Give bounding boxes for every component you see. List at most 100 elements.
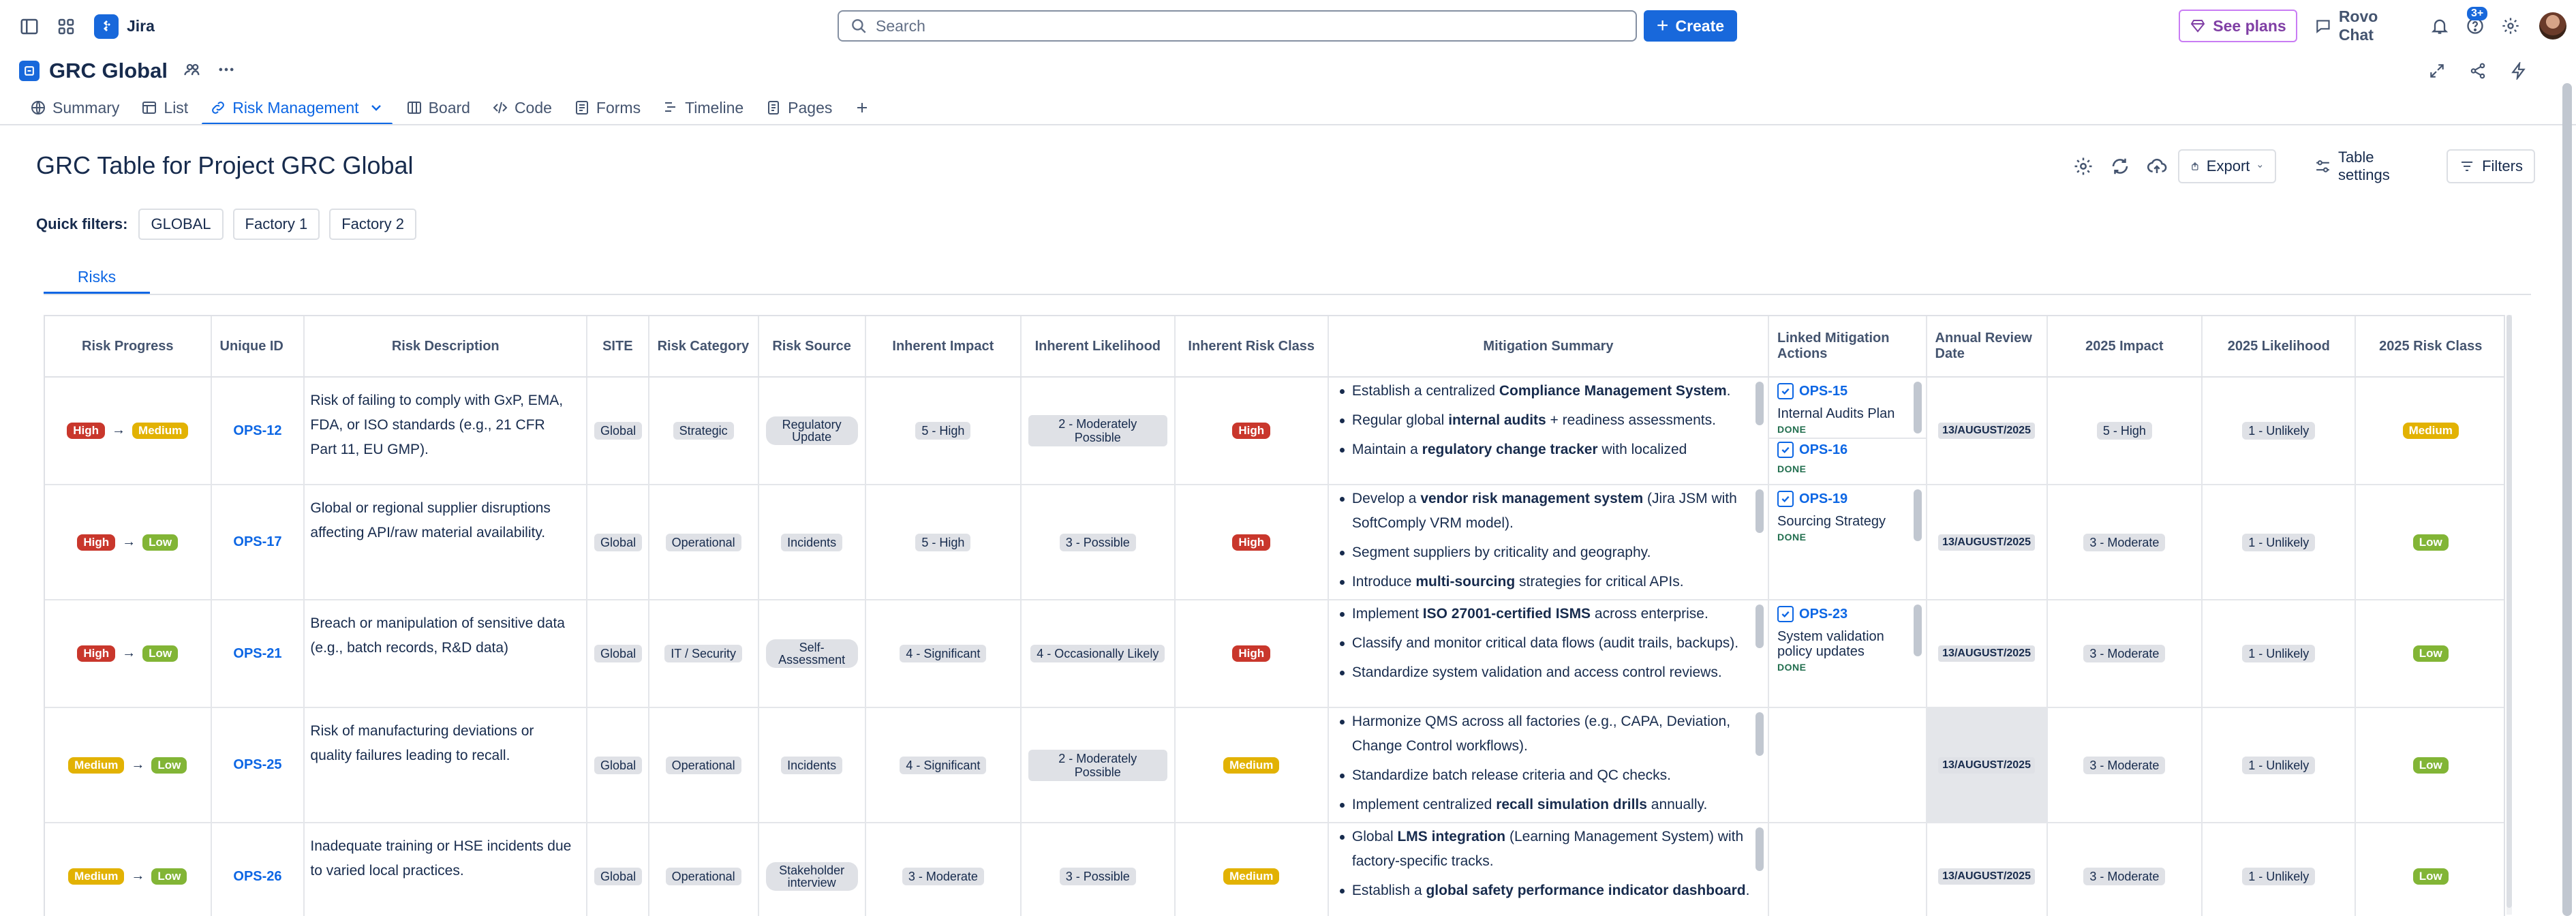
tab-risk-management[interactable]: Risk Management bbox=[199, 93, 395, 125]
cell-scrollbar[interactable] bbox=[1755, 827, 1764, 871]
likelihood-2025-tag: 1 - Unlikely bbox=[2242, 533, 2316, 551]
table-row[interactable]: High → Medium OPS-12 Risk of failing to co… bbox=[45, 377, 2504, 485]
cell-scrollbar[interactable] bbox=[1913, 605, 1922, 656]
cloud-upload-icon[interactable] bbox=[2141, 151, 2173, 182]
tab-timeline[interactable]: Timeline bbox=[651, 93, 754, 123]
issue-key-link[interactable]: OPS-21 bbox=[233, 646, 281, 661]
page-scrollbar[interactable] bbox=[2562, 56, 2572, 916]
issue-key-link[interactable]: OPS-12 bbox=[233, 423, 281, 438]
cell-scrollbar[interactable] bbox=[1913, 489, 1922, 541]
col-header-site[interactable]: SITE bbox=[587, 316, 649, 378]
quick-filter-factory-1[interactable]: Factory 1 bbox=[232, 209, 320, 240]
sliders-icon bbox=[2316, 160, 2329, 172]
tab-summary[interactable]: Summary bbox=[19, 93, 130, 123]
linked-action-key[interactable]: OPS-19 bbox=[1777, 488, 1909, 510]
mitigation-summary-cell[interactable]: Harmonize QMS across all factories (e.g.… bbox=[1328, 707, 1770, 823]
linked-action-key[interactable]: OPS-15 bbox=[1777, 380, 1909, 402]
filters-button[interactable]: Filters bbox=[2447, 149, 2535, 183]
tab-code[interactable]: Code bbox=[481, 93, 563, 123]
rovo-chat-label: Rovo Chat bbox=[2338, 7, 2378, 44]
mitigation-summary-cell[interactable]: Develop a vendor risk management system … bbox=[1328, 485, 1770, 600]
col-header-inherent-impact[interactable]: Inherent Impact bbox=[865, 316, 1022, 378]
cell-scrollbar[interactable] bbox=[1755, 605, 1764, 648]
risk-description-cell[interactable]: Inadequate training or HSE incidents due… bbox=[304, 823, 588, 916]
fullscreen-icon[interactable] bbox=[2422, 56, 2452, 86]
risk-description-cell[interactable]: Global or regional supplier disruptions … bbox=[304, 485, 588, 600]
linked-action-key[interactable]: OPS-16 bbox=[1777, 439, 1909, 461]
mitigation-summary-cell[interactable]: Global LMS integration (Learning Managem… bbox=[1328, 823, 1770, 916]
tab-risks[interactable]: Risks bbox=[44, 259, 150, 294]
issue-key-link[interactable]: OPS-26 bbox=[233, 869, 281, 884]
automation-icon[interactable] bbox=[2504, 56, 2534, 86]
table-row[interactable]: High → Low OPS-17 Global or regional suppl… bbox=[45, 485, 2504, 600]
linked-mitigation-actions-cell[interactable]: OPS-23 System validation policy updates DO… bbox=[1768, 600, 1927, 708]
cell-scrollbar[interactable] bbox=[1913, 382, 1922, 433]
linked-action-status: DONE bbox=[1777, 463, 1807, 474]
user-avatar[interactable] bbox=[2539, 12, 2566, 40]
issue-key-link[interactable]: OPS-25 bbox=[233, 757, 281, 772]
rovo-chat-button[interactable]: Rovo Chat bbox=[2307, 7, 2417, 44]
table-row[interactable]: Medium → Low OPS-25 Risk of manufacturing … bbox=[45, 707, 2504, 823]
col-header-risk-progress[interactable]: Risk Progress bbox=[45, 316, 212, 378]
annual-review-date-cell: 13/AUGUST/2025 bbox=[1926, 377, 2048, 485]
col-header-2025-likelihood[interactable]: 2025 Likelihood bbox=[2202, 316, 2357, 378]
tab-forms[interactable]: Forms bbox=[563, 93, 651, 123]
quick-filter-factory-2[interactable]: Factory 2 bbox=[329, 209, 416, 240]
quick-filter-global[interactable]: GLOBAL bbox=[138, 209, 224, 240]
export-button[interactable]: Export bbox=[2178, 149, 2276, 183]
jira-logo[interactable]: Jira bbox=[94, 14, 155, 39]
risk-description-cell[interactable]: Risk of manufacturing deviations or qual… bbox=[304, 707, 588, 823]
tab-list[interactable]: List bbox=[130, 93, 199, 123]
more-actions-icon[interactable] bbox=[217, 60, 236, 82]
progress-from-badge: High bbox=[67, 423, 106, 439]
table-settings-button[interactable]: Table settings bbox=[2302, 149, 2438, 183]
linked-mitigation-actions-cell[interactable]: OPS-15 Internal Audits Plan DONE OPS-16 DONE bbox=[1768, 377, 1927, 485]
risk-description-cell[interactable]: Breach or manipulation of sensitive data… bbox=[304, 600, 588, 708]
team-icon[interactable] bbox=[183, 60, 202, 82]
col-header-risk-source[interactable]: Risk Source bbox=[758, 316, 866, 378]
col-header-inherent-likelihood[interactable]: Inherent Likelihood bbox=[1021, 316, 1176, 378]
create-button[interactable]: + Create bbox=[1644, 10, 1737, 42]
issue-key-link[interactable]: OPS-17 bbox=[233, 534, 281, 549]
table-row[interactable]: High → Low OPS-21 Breach or manipulation o… bbox=[45, 600, 2504, 708]
col-header-annual-review-date[interactable]: Annual Review Date bbox=[1926, 316, 2048, 378]
app-switcher-icon[interactable] bbox=[50, 11, 82, 42]
table-scrollbar[interactable] bbox=[2506, 315, 2512, 915]
notifications-icon[interactable] bbox=[2425, 11, 2455, 41]
see-plans-button[interactable]: See plans bbox=[2179, 10, 2297, 42]
linked-mitigation-actions-cell[interactable] bbox=[1768, 823, 1927, 916]
refresh-icon[interactable] bbox=[2104, 151, 2136, 182]
risk-description-cell[interactable]: Risk of failing to comply with GxP, EMA,… bbox=[304, 377, 588, 485]
inherent-likelihood-cell: 3 - Possible bbox=[1021, 485, 1176, 600]
add-tab-button[interactable] bbox=[843, 93, 881, 123]
col-header-mitigation-summary[interactable]: Mitigation Summary bbox=[1328, 316, 1770, 378]
col-header-2025-impact[interactable]: 2025 Impact bbox=[2046, 316, 2203, 378]
chevron-down-icon[interactable] bbox=[368, 100, 384, 116]
linked-mitigation-actions-cell[interactable] bbox=[1768, 707, 1927, 823]
col-header-risk-description[interactable]: Risk Description bbox=[304, 316, 588, 378]
mitigation-item: Establish a centralized Compliance Manag… bbox=[1336, 379, 1750, 403]
linked-mitigation-actions-cell[interactable]: OPS-19 Sourcing Strategy DONE bbox=[1768, 485, 1927, 600]
col-header-linked-mitigation-actions[interactable]: Linked Mitigation Actions bbox=[1768, 316, 1927, 378]
col-header-unique-id[interactable]: Unique ID bbox=[211, 316, 305, 378]
col-header-risk-category[interactable]: Risk Category bbox=[648, 316, 759, 378]
site-tag: Global bbox=[594, 422, 643, 440]
mitigation-item: Establish a global safety performance in… bbox=[1336, 879, 1750, 903]
cell-scrollbar[interactable] bbox=[1755, 489, 1764, 533]
search-input[interactable]: Search bbox=[838, 10, 1637, 42]
linked-action-key[interactable]: OPS-23 bbox=[1777, 603, 1909, 625]
sidebar-toggle-icon[interactable] bbox=[14, 11, 45, 42]
settings-gear-icon[interactable] bbox=[2068, 151, 2099, 182]
share-icon[interactable] bbox=[2463, 56, 2493, 86]
cell-scrollbar[interactable] bbox=[1755, 382, 1764, 425]
project-title: GRC Global bbox=[49, 59, 168, 82]
table-row[interactable]: Medium → Low OPS-26 Inadequate training or… bbox=[45, 823, 2504, 916]
mitigation-summary-cell[interactable]: Establish a centralized Compliance Manag… bbox=[1328, 377, 1770, 485]
tab-board[interactable]: Board bbox=[395, 93, 481, 123]
tab-pages[interactable]: Pages bbox=[754, 93, 843, 123]
col-header-2025-risk-class[interactable]: 2025 Risk Class bbox=[2355, 316, 2504, 378]
mitigation-summary-cell[interactable]: Implement ISO 27001-certified ISMS acros… bbox=[1328, 600, 1770, 708]
col-header-inherent-risk-class[interactable]: Inherent Risk Class bbox=[1174, 316, 1329, 378]
cell-scrollbar[interactable] bbox=[1755, 712, 1764, 756]
settings-icon[interactable] bbox=[2496, 11, 2526, 41]
